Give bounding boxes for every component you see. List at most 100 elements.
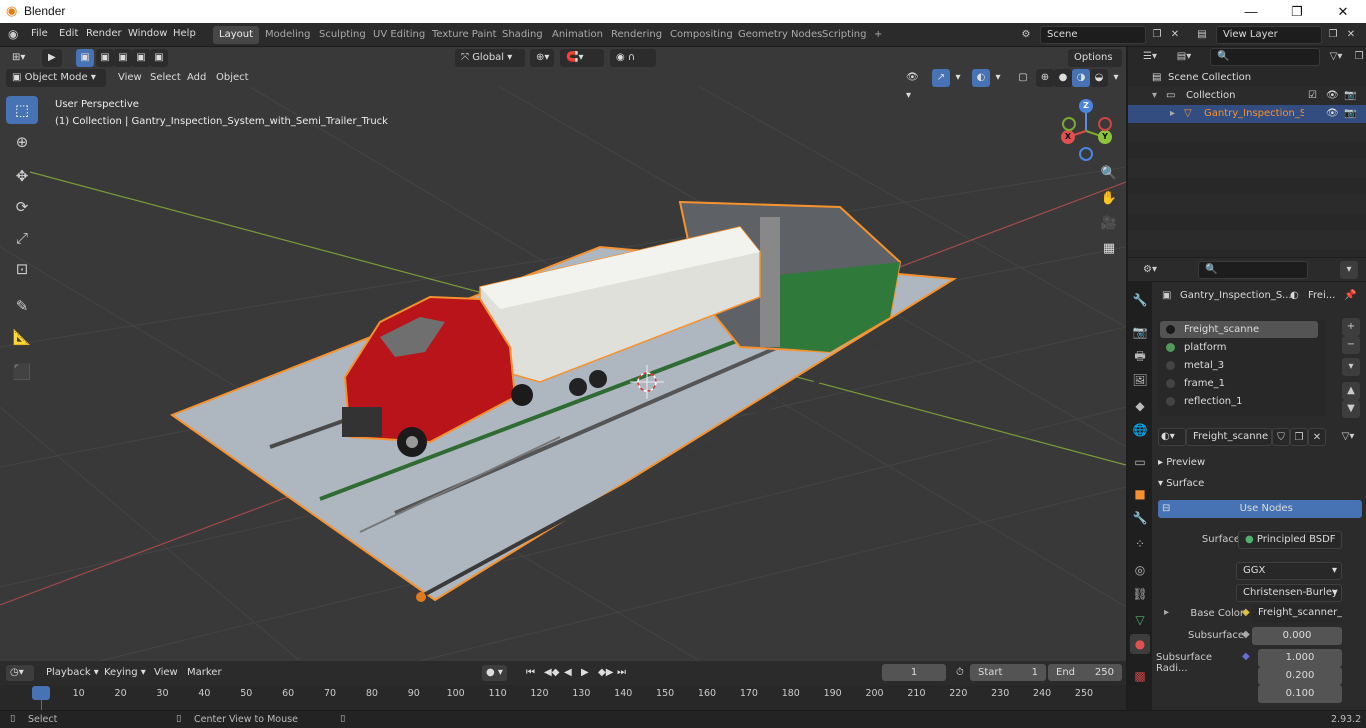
new-collection-icon[interactable]: ❐ xyxy=(1350,48,1366,66)
exclude-checkbox[interactable]: ☑ xyxy=(1308,87,1317,105)
current-frame-field[interactable]: 1 xyxy=(882,664,946,681)
visibility-eye-icon[interactable]: 👁 xyxy=(1326,87,1339,105)
tab-layout[interactable]: Layout xyxy=(213,26,259,44)
menu-render[interactable]: Render xyxy=(86,28,122,39)
scene-browse-icon[interactable]: ⚙ xyxy=(1014,26,1038,44)
scene-name-field[interactable]: Scene xyxy=(1040,26,1146,44)
annotate-tool-icon[interactable]: ✎ xyxy=(6,292,38,320)
properties-editor-type-icon[interactable]: ⚙▾ xyxy=(1136,261,1164,279)
delete-scene-icon[interactable]: ✕ xyxy=(1166,26,1184,44)
delete-view-layer-icon[interactable]: ✕ xyxy=(1342,26,1360,44)
scene-render[interactable] xyxy=(0,47,1126,661)
jump-start-icon[interactable]: ⏮ xyxy=(522,665,539,681)
orientation-dropdown[interactable]: ⤧ Global ▾ xyxy=(455,49,525,67)
material-slot-item[interactable]: reflection_1 xyxy=(1160,393,1318,410)
gizmo-neg-x-axis[interactable] xyxy=(1098,117,1112,131)
material-slot-item[interactable]: platform xyxy=(1160,339,1318,356)
end-frame-field[interactable]: End 250 xyxy=(1048,664,1122,681)
material-slot-item[interactable]: Freight_scanne xyxy=(1160,321,1318,338)
outliner-row-collection[interactable]: ▾ ▭ Collection ☑ 👁 📷 xyxy=(1128,87,1366,105)
properties-options-icon[interactable]: ▾ xyxy=(1340,261,1358,279)
use-nodes-button[interactable]: ⊟ Use Nodes xyxy=(1158,500,1362,518)
gizmo-z-axis[interactable]: Z xyxy=(1079,99,1093,113)
move-tool-icon[interactable]: ✥ xyxy=(6,162,38,190)
pivot-point-icon[interactable]: ⊕▾ xyxy=(530,49,554,67)
constraints-tab-icon[interactable]: ⛓ xyxy=(1130,584,1150,604)
play-icon[interactable]: ▶ xyxy=(577,665,593,681)
material-name-field[interactable]: Freight_scanne xyxy=(1186,428,1272,446)
shading-solid-icon[interactable]: ● xyxy=(1054,69,1072,87)
cursor-tool-icon[interactable]: ⊕ xyxy=(6,128,38,156)
overlay-toggle-icon[interactable]: ◐ xyxy=(972,69,990,87)
subsurface-method-dropdown[interactable]: Christensen-Burley ▾ xyxy=(1236,584,1342,602)
view-layer-field[interactable]: View Layer xyxy=(1216,26,1322,44)
xray-toggle-icon[interactable]: ▢ xyxy=(1014,69,1032,87)
slot-specials-icon[interactable]: ▾ xyxy=(1342,358,1360,376)
gizmo-dropdown-icon[interactable]: ▾ xyxy=(950,69,966,87)
duplicate-material-icon[interactable]: ❐ xyxy=(1290,428,1308,446)
gizmo-y-axis[interactable]: Y xyxy=(1098,130,1112,144)
maximize-button[interactable]: ❐ xyxy=(1274,0,1320,23)
particles-tab-icon[interactable]: ⁘ xyxy=(1130,534,1150,554)
select-invert-icon[interactable]: ▣ xyxy=(132,49,150,67)
expand-object-icon[interactable]: ▸ xyxy=(1170,105,1175,123)
fake-user-icon[interactable]: ⛉ xyxy=(1272,428,1290,446)
visibility-icon[interactable]: 👁▾ xyxy=(900,69,928,101)
gizmo-neg-y-axis[interactable] xyxy=(1062,117,1076,131)
distribution-dropdown[interactable]: GGX ▾ xyxy=(1236,562,1342,580)
select-extend-icon[interactable]: ▣ xyxy=(96,49,114,67)
subsurface-radius-y[interactable]: 0.200 xyxy=(1258,667,1342,685)
editor-type-icon[interactable]: ⊞▾ xyxy=(6,49,32,67)
new-view-layer-icon[interactable]: ❐ xyxy=(1324,26,1342,44)
object-visibility-eye-icon[interactable]: 👁 xyxy=(1326,105,1339,123)
tab-texture-paint[interactable]: Texture Paint xyxy=(426,26,503,44)
timeline-editor-type-icon[interactable]: ◷▾ xyxy=(6,665,34,681)
timeline-menu-playback[interactable]: Playback ▾ xyxy=(42,665,103,681)
scene-tab-icon[interactable]: ◆ xyxy=(1130,396,1150,416)
shading-rendered-icon[interactable]: ◒ xyxy=(1090,69,1108,87)
new-scene-icon[interactable]: ❐ xyxy=(1148,26,1166,44)
menu-edit[interactable]: Edit xyxy=(59,28,78,39)
render-camera-icon[interactable]: 📷 xyxy=(1344,87,1356,105)
playhead[interactable] xyxy=(32,686,50,700)
tab-animation[interactable]: Animation xyxy=(546,26,609,44)
select-subtract-icon[interactable]: ▣ xyxy=(114,49,132,67)
outliner-row-object[interactable]: ▸ ▽ Gantry_Inspection_Syster 👁 📷 xyxy=(1128,105,1366,123)
object-render-camera-icon[interactable]: 📷 xyxy=(1344,105,1356,123)
scale-tool-icon[interactable]: ⤢ xyxy=(6,224,38,252)
zoom-icon[interactable]: 🔍 xyxy=(1098,163,1120,185)
overlay-dropdown-icon[interactable]: ▾ xyxy=(990,69,1006,87)
transform-tool-icon[interactable]: ⊡ xyxy=(6,255,38,283)
menu-file[interactable]: File xyxy=(31,28,48,39)
close-button[interactable]: ✕ xyxy=(1320,0,1366,23)
preview-panel-header[interactable]: ▸ Preview xyxy=(1128,454,1366,472)
gizmo-toggle-icon[interactable]: ↗ xyxy=(932,69,950,87)
material-slot-item[interactable]: frame_1 xyxy=(1160,375,1318,392)
gizmo-x-axis[interactable]: X xyxy=(1061,130,1075,144)
modifier-tab-icon[interactable]: 🔧 xyxy=(1130,508,1150,528)
select-new-icon[interactable]: ▣ xyxy=(76,49,94,67)
subsurface-value-field[interactable]: 0.000 xyxy=(1252,627,1342,645)
shading-wireframe-icon[interactable]: ⊕ xyxy=(1036,69,1054,87)
tab-rendering[interactable]: Rendering xyxy=(605,26,668,44)
view-layer-browse-icon[interactable]: ▤ xyxy=(1190,26,1214,44)
data-tab-icon[interactable]: ▽ xyxy=(1130,610,1150,630)
minimize-button[interactable]: — xyxy=(1228,0,1274,23)
proportional-edit-icon[interactable]: ◉ ∩ xyxy=(610,49,656,67)
options-dropdown[interactable]: Options ▾ xyxy=(1068,49,1122,81)
menu-window[interactable]: Window xyxy=(128,28,167,39)
menu-help[interactable]: Help xyxy=(173,28,196,39)
mode-dropdown[interactable]: ▣ Object Mode ▾ xyxy=(6,69,106,87)
timeline-menu-keying[interactable]: Keying ▾ xyxy=(100,665,150,681)
texture-tab-icon[interactable]: ▩ xyxy=(1130,666,1150,686)
move-slot-up-icon[interactable]: ▲ xyxy=(1342,382,1360,400)
tab-uv-editing[interactable]: UV Editing xyxy=(367,26,431,44)
tool-tab-icon[interactable]: 🔧 xyxy=(1130,290,1150,310)
tab-compositing[interactable]: Compositing xyxy=(664,26,739,44)
view-layer-tab-icon[interactable]: 🖼 xyxy=(1130,370,1150,390)
surface-panel-header[interactable]: ▾ Surface xyxy=(1128,475,1366,493)
outliner-editor-type-icon[interactable]: ☰▾ xyxy=(1136,48,1164,66)
blender-menu-icon[interactable]: ◉ xyxy=(8,27,18,41)
viewport-menu-object[interactable]: Object xyxy=(210,69,255,87)
world-tab-icon[interactable]: 🌐 xyxy=(1130,420,1150,440)
